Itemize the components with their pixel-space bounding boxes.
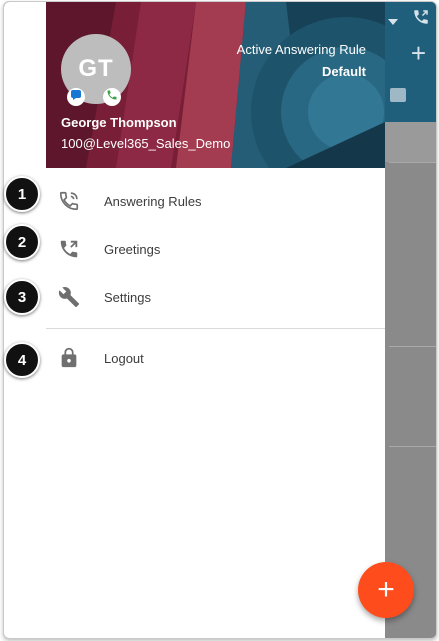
navigation-drawer: GT George Thompson 100@Level365_Sales_De… [4, 2, 385, 638]
menu-divider [46, 328, 385, 329]
answering-rule-value[interactable]: Default [322, 64, 366, 79]
user-extension: 100@Level365_Sales_Demo [61, 136, 231, 151]
menu-item-label: Answering Rules [104, 193, 202, 209]
menu-item-label: Settings [104, 289, 151, 305]
list-divider [389, 162, 436, 163]
phone-icon [106, 88, 118, 106]
phone-forward-icon [58, 190, 80, 212]
card-icon [390, 88, 406, 102]
chat-status-badge [67, 88, 85, 106]
list-divider [389, 446, 436, 447]
callout-badge-3: 3 [4, 279, 40, 315]
chevron-down-icon[interactable] [388, 12, 398, 30]
profile-header: GT George Thompson 100@Level365_Sales_De… [46, 2, 385, 168]
wrench-icon [58, 286, 80, 308]
user-name: George Thompson [61, 115, 177, 130]
chat-icon [70, 88, 82, 106]
lock-icon [58, 347, 80, 369]
phone-status-badge [103, 88, 121, 106]
phone-greeting-icon [58, 238, 80, 260]
callout-badge-1: 1 [4, 176, 40, 212]
add-icon[interactable]: + [411, 40, 426, 66]
menu-item-logout[interactable]: Logout [46, 336, 385, 380]
list-divider [389, 346, 436, 347]
answering-rule-label: Active Answering Rule [236, 42, 366, 57]
menu-item-greetings[interactable]: Greetings [46, 227, 385, 271]
menu-item-answering-rules[interactable]: Answering Rules [46, 179, 385, 223]
phone-icon[interactable] [412, 8, 430, 31]
menu-item-label: Greetings [104, 241, 161, 257]
app-frame: + GT George Thompson 100@Level365_Sales_… [3, 1, 437, 639]
menu-item-settings[interactable]: Settings [46, 275, 385, 319]
callout-badge-4: 4 [4, 342, 40, 378]
add-fab-button[interactable]: + [358, 562, 414, 618]
callout-badge-2: 2 [4, 224, 40, 260]
menu-item-label: Logout [104, 350, 144, 366]
